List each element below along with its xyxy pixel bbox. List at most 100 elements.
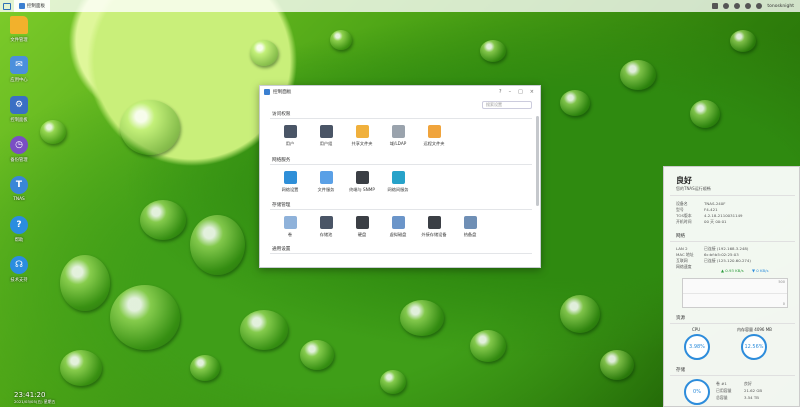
- close-button[interactable]: ×: [530, 89, 534, 95]
- window-title: 控制面板: [273, 90, 292, 95]
- clock-date: 2021/03/05(五) 星期五: [14, 399, 56, 404]
- desktop-item[interactable]: ☊ 技术支持: [4, 256, 34, 296]
- control-panel-window: 控制面板 ? – □ × 搜索设置 访问权限 用户 用户组 共享文件夹 域/LDAP 远程…: [259, 85, 541, 268]
- divider: [670, 375, 795, 376]
- settings-item[interactable]: 用户: [272, 125, 308, 147]
- settings-item-icon: [355, 171, 369, 184]
- divider: [670, 195, 795, 196]
- user-avatar-icon[interactable]: [756, 3, 763, 9]
- resource-section-title: 资源: [676, 316, 685, 321]
- maximize-button[interactable]: □: [518, 89, 523, 95]
- cpu-gauge: 3.98%: [684, 334, 710, 360]
- tnas-icon: T: [10, 176, 28, 194]
- settings-item[interactable]: 用户组: [308, 125, 344, 147]
- folder-icon: [10, 16, 28, 34]
- desktop-item[interactable]: T TNAS: [4, 176, 34, 216]
- help-button[interactable]: ?: [499, 89, 502, 95]
- settings-item-icon: [427, 216, 441, 229]
- desktop-item-label: 应用中心: [10, 78, 28, 83]
- settings-item-label: 硬盘: [357, 232, 367, 237]
- settings-item[interactable]: 域/LDAP: [380, 125, 416, 147]
- settings-item[interactable]: 虚拟磁盘: [380, 216, 416, 238]
- info-row: 总容量 3.54 TB: [716, 395, 800, 401]
- settings-item-label: 卷: [287, 232, 293, 237]
- divider: [670, 323, 795, 324]
- memory-label: 内存容量 4096 MB: [737, 327, 772, 332]
- desktop-item[interactable]: ? 帮助: [4, 216, 34, 256]
- settings-item-icon: [283, 216, 297, 229]
- settings-item-icon: [427, 125, 441, 138]
- settings-item[interactable]: 共享文件夹: [344, 125, 380, 147]
- desktop-item-label: 帮助: [14, 238, 24, 243]
- settings-item-icon: [463, 216, 477, 229]
- settings-item[interactable]: 外接存储设备: [416, 216, 452, 238]
- settings-item-icon: [355, 125, 369, 138]
- info-value: 良好: [744, 381, 752, 386]
- settings-row: 卷 存储池 硬盘 虚拟磁盘 外接存储设备 热备盘: [272, 216, 488, 238]
- gear-icon: ⚙: [10, 96, 28, 114]
- info-key: 已用容量: [716, 388, 732, 393]
- section-title: 存储管理: [272, 203, 291, 208]
- settings-item-label: 外接存储设备: [421, 232, 447, 237]
- storage-gauge-value: 0%: [693, 389, 701, 395]
- upload-speed: ▲ 0.93 KB/s: [721, 268, 744, 273]
- section-divider: [270, 118, 532, 119]
- username-label[interactable]: tonosknight: [767, 4, 794, 9]
- window-scrollbar[interactable]: [536, 116, 539, 206]
- control-panel-icon: [264, 89, 270, 95]
- settings-item[interactable]: 网络间服务: [380, 171, 416, 193]
- top-bar-tray: tonosknight: [712, 3, 800, 9]
- window-titlebar[interactable]: 控制面板 ? – □ ×: [260, 86, 540, 98]
- settings-item[interactable]: 远程文件夹: [416, 125, 452, 147]
- settings-item-label: 网络间服务: [387, 187, 409, 192]
- info-row: 已用容量 21.62 GB: [716, 388, 800, 394]
- settings-item-label: 用户: [285, 141, 295, 146]
- settings-item[interactable]: 硬盘: [344, 216, 380, 238]
- settings-item-icon: [319, 216, 333, 229]
- main-menu-button[interactable]: [0, 0, 14, 12]
- settings-item-label: 终端与 SNMP: [349, 187, 375, 192]
- settings-item-icon: [283, 125, 297, 138]
- settings-search-input[interactable]: 搜索设置: [482, 101, 532, 109]
- section-divider: [270, 253, 532, 254]
- settings-item-label: 网络设置: [281, 187, 299, 192]
- desktop-item[interactable]: ◷ 备份管理: [4, 136, 34, 176]
- storage-section-title: 存储: [676, 368, 685, 373]
- info-key: 卷 #1: [716, 381, 727, 386]
- desktop-item[interactable]: ✉ 应用中心: [4, 56, 34, 96]
- headset-icon: ☊: [10, 256, 28, 274]
- settings-item-label: 域/LDAP: [389, 141, 407, 146]
- desktop-item[interactable]: ⚙ 控制面板: [4, 96, 34, 136]
- menu-icon: [3, 2, 11, 10]
- taskbar-item-control-panel[interactable]: 控制面板: [14, 0, 50, 12]
- settings-item[interactable]: 存储池: [308, 216, 344, 238]
- memory-value: 12.56%: [744, 344, 764, 350]
- desktop-item-label: 文件管理: [10, 38, 28, 43]
- info-value: 3.54 TB: [744, 395, 759, 400]
- message-icon[interactable]: [712, 3, 719, 9]
- settings-item[interactable]: 卷: [272, 216, 308, 238]
- desktop-item-label: 控制面板: [10, 118, 28, 123]
- info-key: 开机时间: [676, 219, 692, 224]
- settings-item[interactable]: 文件服务: [308, 171, 344, 193]
- info-value: 21.62 GB: [744, 388, 763, 393]
- settings-item[interactable]: 热备盘: [452, 216, 488, 238]
- minimize-button[interactable]: –: [509, 89, 512, 95]
- cpu-label: CPU: [692, 327, 701, 332]
- info-value: [704, 264, 794, 270]
- info-key: 网络速度: [676, 264, 692, 269]
- search-icon[interactable]: [723, 3, 730, 9]
- settings-item-label: 文件服务: [317, 187, 335, 192]
- top-bar: 控制面板 tonosknight: [0, 0, 800, 12]
- dashboard-icon[interactable]: [745, 3, 752, 9]
- settings-row: 用户 用户组 共享文件夹 域/LDAP 远程文件夹: [272, 125, 452, 147]
- divider: [670, 241, 795, 242]
- desktop-item[interactable]: 文件管理: [4, 16, 34, 56]
- notification-icon[interactable]: [734, 3, 741, 9]
- settings-item[interactable]: 网络设置: [272, 171, 308, 193]
- settings-item-label: 共享文件夹: [351, 141, 373, 146]
- settings-item-icon: [391, 125, 405, 138]
- download-speed: ▼ 0 KB/s: [752, 268, 769, 273]
- settings-item[interactable]: 终端与 SNMP: [344, 171, 380, 193]
- help-icon: ?: [10, 216, 28, 234]
